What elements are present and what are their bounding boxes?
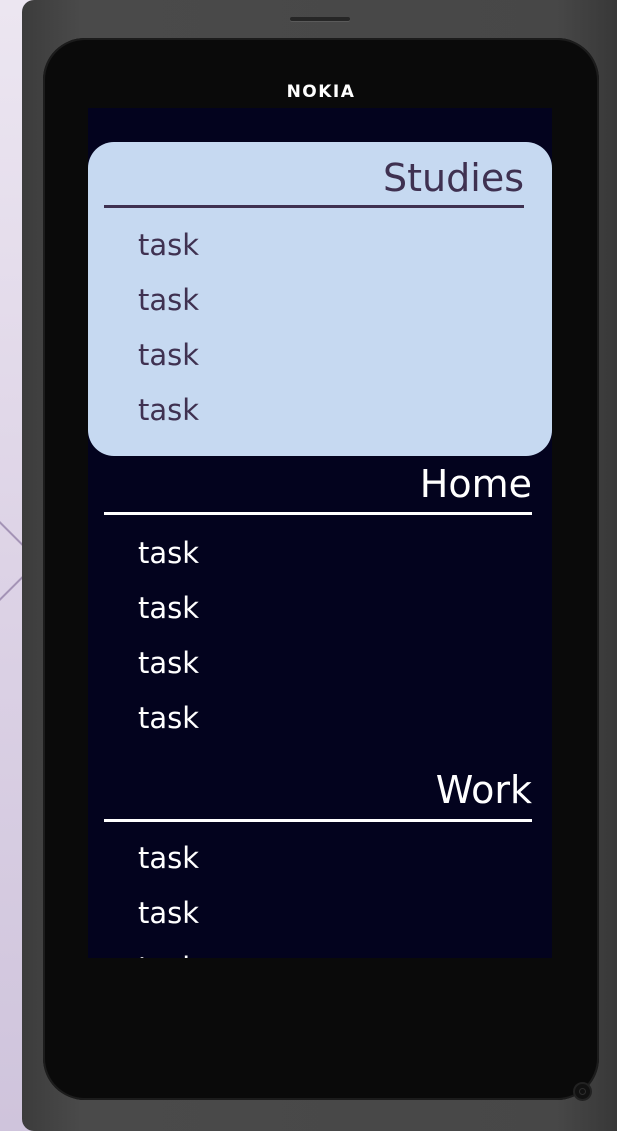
task-group-studies[interactable]: Studies task task task task bbox=[88, 142, 552, 456]
task-item[interactable]: task bbox=[138, 338, 199, 372]
task-item[interactable]: task bbox=[138, 536, 199, 570]
task-item[interactable]: task bbox=[138, 841, 199, 875]
task-item[interactable]: task bbox=[138, 701, 199, 735]
task-item[interactable]: task bbox=[138, 393, 199, 427]
task-item[interactable]: task bbox=[138, 283, 199, 317]
task-item[interactable]: task bbox=[138, 228, 199, 262]
brand-logo: NOKIA bbox=[286, 82, 356, 102]
front-camera-icon bbox=[575, 1084, 590, 1099]
earpiece-speaker bbox=[290, 17, 350, 21]
task-item[interactable]: task bbox=[138, 591, 199, 625]
task-item[interactable]: task bbox=[138, 951, 199, 958]
task-group-title[interactable]: Home bbox=[420, 462, 532, 506]
task-group-divider bbox=[104, 205, 524, 208]
task-group-divider bbox=[104, 512, 532, 515]
task-group-title[interactable]: Studies bbox=[383, 156, 524, 200]
task-item[interactable]: task bbox=[138, 896, 199, 930]
task-item[interactable]: task bbox=[138, 646, 199, 680]
task-group-work[interactable]: Work task task task bbox=[88, 766, 552, 958]
task-group-home[interactable]: Home task task task task bbox=[88, 458, 552, 768]
task-group-divider bbox=[104, 819, 532, 822]
phone-frame: NOKIA Studies task task task task Home t… bbox=[22, 0, 617, 1131]
task-group-title[interactable]: Work bbox=[436, 768, 532, 812]
task-list-screen: Studies task task task task Home task ta… bbox=[88, 108, 552, 958]
